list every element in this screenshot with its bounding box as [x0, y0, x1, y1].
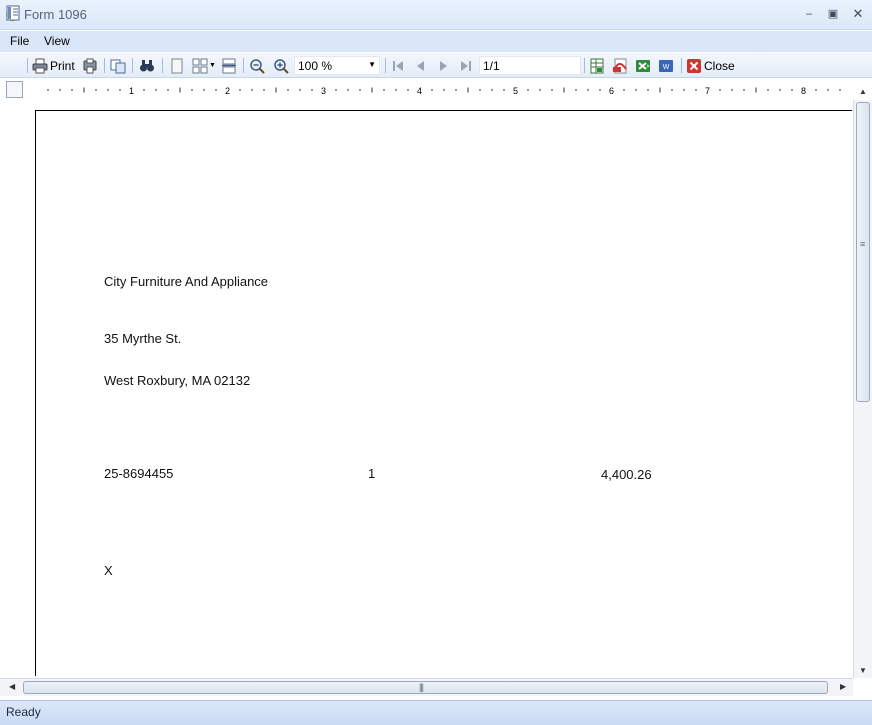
street-address: 35 Myrthe St. — [104, 331, 182, 346]
menu-view[interactable]: View — [44, 34, 70, 48]
horizontal-scroll-thumb[interactable]: ||| — [23, 681, 828, 694]
quick-print-button[interactable] — [82, 57, 98, 74]
status-bar: Ready — [0, 700, 872, 725]
scroll-up-icon[interactable]: ▲ — [859, 87, 867, 96]
total-amount: 4,400.26 — [601, 467, 652, 482]
report-viewport[interactable]: City Furniture And Appliance 35 Myrthe S… — [0, 100, 852, 676]
report-page: City Furniture And Appliance 35 Myrthe S… — [35, 110, 852, 676]
export-rtf-button[interactable]: W — [658, 57, 674, 74]
close-window-button[interactable]: ✕ — [849, 6, 867, 22]
page-indicator: 1/1 — [483, 59, 500, 73]
copy-icon — [110, 59, 126, 73]
employer-id-number: 25-8694455 — [104, 466, 174, 481]
single-page-icon — [171, 58, 183, 73]
maximize-button[interactable]: ▣ — [824, 6, 842, 22]
document-map-icon — [6, 5, 20, 20]
vertical-scrollbar[interactable]: ▲ ≡ ▼ — [853, 87, 872, 678]
ruler-number: 3 — [321, 86, 326, 96]
print-label: Print — [50, 58, 75, 73]
single-page-button[interactable] — [169, 57, 185, 74]
document-map-button[interactable] — [5, 4, 21, 21]
scroll-left-icon[interactable]: ◀ — [9, 682, 15, 691]
last-page-button[interactable] — [458, 57, 474, 74]
copy-button[interactable] — [110, 57, 126, 74]
last-page-icon — [461, 60, 471, 71]
ruler-number: 2 — [225, 86, 230, 96]
next-page-icon — [440, 60, 447, 71]
grip-icon: ||| — [419, 682, 424, 692]
horizontal-scrollbar[interactable]: ◀ ||| ▶ — [0, 678, 853, 696]
multi-page-icon — [192, 58, 208, 73]
page-number-input[interactable]: 1/1 — [479, 56, 581, 75]
scroll-right-icon[interactable]: ▶ — [840, 682, 846, 691]
spreadsheet-export-icon — [590, 58, 604, 73]
continuous-pages-icon — [222, 58, 236, 73]
minimize-button[interactable]: – — [800, 6, 818, 22]
printer-icon — [32, 58, 48, 73]
close-label: Close — [704, 58, 735, 73]
chevron-down-icon: ▼ — [368, 60, 376, 69]
previous-page-icon — [417, 60, 424, 71]
total-forms: 1 — [368, 466, 376, 481]
zoom-in-button[interactable] — [273, 57, 289, 74]
ruler-number: 5 — [513, 86, 518, 96]
export-csv-button[interactable] — [589, 57, 605, 74]
find-button[interactable] — [139, 57, 155, 74]
next-page-button[interactable] — [435, 57, 451, 74]
company-name: City Furniture And Appliance — [104, 274, 269, 289]
ruler-number: 8 — [801, 86, 806, 96]
ruler-number: 6 — [609, 86, 614, 96]
print-button[interactable]: Print — [32, 57, 75, 74]
multi-page-button[interactable]: ▼ — [192, 57, 216, 74]
ruler-corner — [6, 81, 23, 98]
zoom-out-button[interactable] — [249, 57, 265, 74]
menu-file[interactable]: File — [10, 34, 29, 48]
zoom-in-icon — [274, 58, 289, 74]
window-title: Form 1096 — [24, 7, 87, 22]
horizontal-ruler: 1 2 3 4 5 6 7 8 — [47, 86, 841, 96]
continuous-scroll-button[interactable] — [221, 57, 237, 74]
pdf-icon — [613, 58, 627, 73]
previous-page-button[interactable] — [413, 57, 429, 74]
export-pdf-button[interactable] — [612, 57, 628, 74]
ruler-number: 4 — [417, 86, 422, 96]
first-page-button[interactable] — [390, 57, 406, 74]
rtf-icon: W — [659, 59, 673, 72]
scroll-down-icon[interactable]: ▼ — [859, 666, 867, 675]
menu-bar: File View — [0, 31, 872, 52]
vertical-scroll-thumb[interactable]: ≡ — [856, 102, 870, 402]
svg-text:W: W — [663, 64, 670, 71]
title-bar: Form 1096 – ▣ ✕ — [0, 0, 872, 30]
chevron-down-icon: ▼ — [209, 62, 216, 69]
zoom-out-icon — [250, 58, 265, 74]
zoom-select[interactable]: 100 % ▼ — [294, 56, 380, 75]
binoculars-icon — [140, 59, 154, 71]
close-preview-button[interactable]: Close — [686, 57, 735, 74]
close-icon — [687, 58, 701, 73]
ruler-number: 1 — [129, 86, 134, 96]
excel-icon — [636, 59, 650, 72]
status-text: Ready — [6, 705, 41, 719]
zoom-value: 100 % — [298, 59, 333, 73]
export-excel-button[interactable] — [635, 57, 651, 74]
grip-icon: ≡ — [860, 239, 865, 249]
quick-print-icon — [83, 58, 97, 73]
checkbox-mark: X — [104, 563, 113, 578]
city-state-zip: West Roxbury, MA 02132 — [104, 373, 251, 388]
ruler-number: 7 — [705, 86, 710, 96]
first-page-icon — [393, 60, 403, 71]
